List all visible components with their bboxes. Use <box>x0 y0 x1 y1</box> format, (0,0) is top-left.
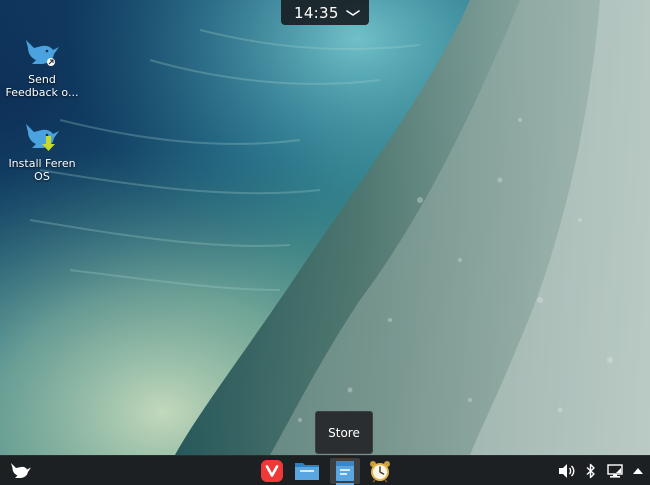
volume-icon <box>558 463 576 479</box>
feren-bird-icon <box>9 461 33 481</box>
expand-tray-icon <box>632 466 644 476</box>
top-clock-panel[interactable]: 14:35 <box>281 0 369 25</box>
store-icon <box>334 459 356 483</box>
desktop-icon-send-feedback[interactable]: Send Feedback o... <box>5 36 79 99</box>
clock-time[interactable]: 14:35 <box>294 4 345 22</box>
feedback-bird-icon <box>22 36 62 72</box>
alarm-clock-icon <box>368 459 392 483</box>
bluetooth-icon <box>586 463 596 479</box>
taskbar-app-vivaldi[interactable] <box>258 458 286 484</box>
network-icon <box>607 463 623 479</box>
store-tooltip: Store <box>315 411 373 454</box>
file-manager-icon <box>294 460 320 482</box>
taskbar-app-store[interactable] <box>330 458 360 484</box>
desktop-icon-label: Install Feren OS <box>8 157 75 183</box>
vivaldi-icon <box>260 459 284 483</box>
desktop: 14:35 Send Feedback o... Install Feren O… <box>0 0 650 485</box>
desktop-icon-label: Send Feedback o... <box>6 73 79 99</box>
tooltip-text: Store <box>328 426 360 440</box>
tray-expand[interactable] <box>629 458 647 484</box>
chevron-down-icon[interactable] <box>345 8 361 18</box>
tray-bluetooth[interactable] <box>583 458 599 484</box>
desktop-icon-install-feren-os[interactable]: Install Feren OS <box>5 120 79 183</box>
tray-volume[interactable] <box>556 458 578 484</box>
taskbar-app-alarm-clock[interactable] <box>366 458 394 484</box>
taskbar-app-files[interactable] <box>293 458 321 484</box>
tray-network[interactable] <box>605 458 625 484</box>
start-menu-button[interactable] <box>6 458 36 484</box>
installer-bird-icon <box>22 120 62 156</box>
taskbar <box>0 455 650 485</box>
